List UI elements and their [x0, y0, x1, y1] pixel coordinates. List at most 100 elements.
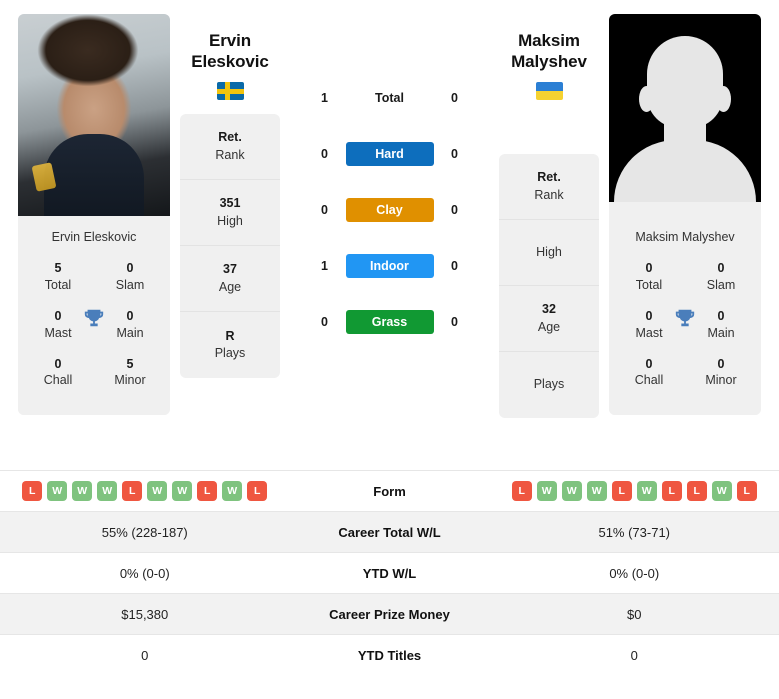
right-career-prize-money: $0 [627, 606, 642, 622]
h2h-hard-left-score: 0 [321, 147, 328, 161]
surface-badge-clay[interactable]: Clay [345, 198, 434, 222]
silhouette-base [609, 202, 761, 216]
h2h-row-clay: 0 Clay 0 [290, 182, 489, 238]
form-badge-loss[interactable]: L [661, 481, 682, 501]
comparison-stats-table: LWWWLWWLWL Form LWWWLWLLWL 55% (228-187)… [0, 470, 779, 675]
left-info-plays-value: R [225, 328, 235, 343]
h2h-hard-right-score: 0 [451, 147, 458, 161]
left-info-rank-label: Rank [215, 147, 245, 162]
left-info-high-label: High [217, 213, 243, 228]
silhouette-ear-right [716, 86, 731, 112]
surface-badge-hard[interactable]: Hard [345, 142, 434, 166]
right-titles-minor-value: 0 [717, 356, 725, 371]
left-titles-total-label: Total [44, 277, 72, 292]
h2h-indoor-badge-wrap: Indoor [342, 254, 438, 278]
h2h-grass-right-score: 0 [451, 315, 458, 329]
right-player-titles-grid: 0 Total 0 Slam 0 Mast 0 Main 0 Chall 0 M… [609, 256, 761, 416]
form-badge-loss[interactable]: L [511, 481, 532, 501]
left-titles-chall-value: 0 [54, 356, 62, 371]
form-badge-win[interactable]: W [97, 481, 118, 501]
right-titles-main-value: 0 [717, 308, 725, 323]
left-info-rank-value: Ret. [218, 130, 242, 145]
left-player-photo [18, 14, 170, 216]
surface-badge-indoor[interactable]: Indoor [345, 254, 434, 278]
left-player-titles-grid: 5 Total 0 Slam 0 Mast 0 Main 0 Chall 5 M… [18, 256, 170, 416]
left-info-age-value: 37 [223, 262, 237, 277]
right-ytd-titles: 0 [630, 647, 638, 663]
right-titles-row-1: 0 Total 0 Slam [609, 256, 761, 304]
left-titles-main: 0 Main [104, 308, 156, 342]
h2h-clay-badge-wrap: Clay [342, 198, 438, 222]
right-player-card-name: Maksim Malyshev [609, 216, 761, 256]
left-ytd-titles: 0 [141, 647, 149, 663]
left-titles-slam-label: Slam [115, 277, 145, 292]
right-info-age-label: Age [537, 319, 561, 334]
h2h-row-indoor: 1 Indoor 0 [290, 238, 489, 294]
left-form-strip: LWWWLWWLWL [22, 481, 268, 501]
h2h-grass-left-score: 0 [321, 315, 328, 329]
table-row-form: LWWWLWWLWL Form LWWWLWLLWL [0, 470, 779, 511]
right-titles-slam-value: 0 [717, 261, 725, 275]
right-ytd-wl: 0% (0-0) [609, 565, 660, 581]
left-titles-mast: 0 Mast [32, 308, 84, 342]
left-ytd-wl: 0% (0-0) [119, 565, 170, 581]
form-badge-loss[interactable]: L [22, 481, 43, 501]
left-titles-main-value: 0 [126, 308, 134, 323]
form-badge-win[interactable]: W [711, 481, 732, 501]
left-titles-total-value: 5 [54, 261, 62, 275]
right-player-first-name: Maksim [518, 31, 580, 50]
left-player-card[interactable]: Ervin Eleskovic 5 Total 0 Slam 0 Mast 0 … [18, 14, 170, 416]
table-row-career-prize-money: $15,380 Career Prize Money $0 [0, 593, 779, 634]
left-titles-row-3: 0 Chall 5 Minor [18, 352, 170, 400]
form-badge-win[interactable]: W [47, 481, 68, 501]
form-badge-loss[interactable]: L [611, 481, 632, 501]
h2h-total-label-wrap: Total [342, 91, 438, 105]
ukraine-flag-icon [535, 82, 563, 101]
left-info-plays: R Plays [180, 312, 280, 378]
sweden-flag-icon [216, 82, 244, 101]
right-titles-main-label: Main [707, 325, 735, 340]
left-titles-minor-value: 5 [126, 356, 134, 371]
left-info-age-label: Age [218, 279, 242, 294]
left-player-first-name: Ervin [208, 31, 252, 50]
right-info-high-label: High [536, 244, 562, 259]
form-badge-win[interactable]: W [222, 481, 243, 501]
table-label-ytd-wl: YTD W/L [362, 565, 417, 581]
form-badge-loss[interactable]: L [736, 481, 757, 501]
form-badge-win[interactable]: W [586, 481, 607, 501]
h2h-row-grass: 0 Grass 0 [290, 294, 489, 350]
right-player-info-column: Maksim Malyshev Ret. Rank High 32 Age Pl… [499, 14, 599, 419]
right-info-plays-label: Plays [533, 377, 565, 392]
form-badge-win[interactable]: W [636, 481, 657, 501]
right-titles-row-3: 0 Chall 0 Minor [609, 352, 761, 400]
surface-badge-grass[interactable]: Grass [345, 310, 434, 334]
right-titles-row-2: 0 Mast 0 Main [609, 304, 761, 352]
left-info-age: 37 Age [180, 246, 280, 313]
form-badge-loss[interactable]: L [686, 481, 707, 501]
form-badge-loss[interactable]: L [197, 481, 218, 501]
right-titles-mast-label: Mast [635, 325, 663, 340]
right-titles-total: 0 Total [623, 260, 675, 294]
right-player-photo [609, 14, 761, 216]
form-badge-loss[interactable]: L [247, 481, 268, 501]
form-badge-win[interactable]: W [147, 481, 168, 501]
form-badge-win[interactable]: W [72, 481, 93, 501]
right-info-rank-label: Rank [534, 187, 564, 202]
form-badge-win[interactable]: W [172, 481, 193, 501]
left-player-info-column: Ervin Eleskovic Ret. Rank 351 High 37 Ag… [180, 14, 280, 379]
left-career-total-wl: 55% (228-187) [101, 524, 188, 540]
left-info-high: 351 High [180, 180, 280, 247]
form-badge-win[interactable]: W [561, 481, 582, 501]
right-titles-main: 0 Main [695, 308, 747, 342]
h2h-total-left-score: 1 [321, 91, 328, 105]
comparison-header: Ervin Eleskovic 5 Total 0 Slam 0 Mast 0 … [0, 0, 779, 470]
right-titles-minor: 0 Minor [695, 356, 747, 390]
form-badge-win[interactable]: W [536, 481, 557, 501]
h2h-clay-right-score: 0 [451, 203, 458, 217]
left-player-nameblock: Ervin Eleskovic [180, 14, 280, 101]
h2h-row-total: 1 Total 0 [290, 70, 489, 126]
table-label-career-prize-money: Career Prize Money [329, 606, 450, 622]
player-comparison-page: Ervin Eleskovic 5 Total 0 Slam 0 Mast 0 … [0, 0, 779, 699]
form-badge-loss[interactable]: L [122, 481, 143, 501]
right-player-card[interactable]: Maksim Malyshev 0 Total 0 Slam 0 Mast 0 … [609, 14, 761, 416]
